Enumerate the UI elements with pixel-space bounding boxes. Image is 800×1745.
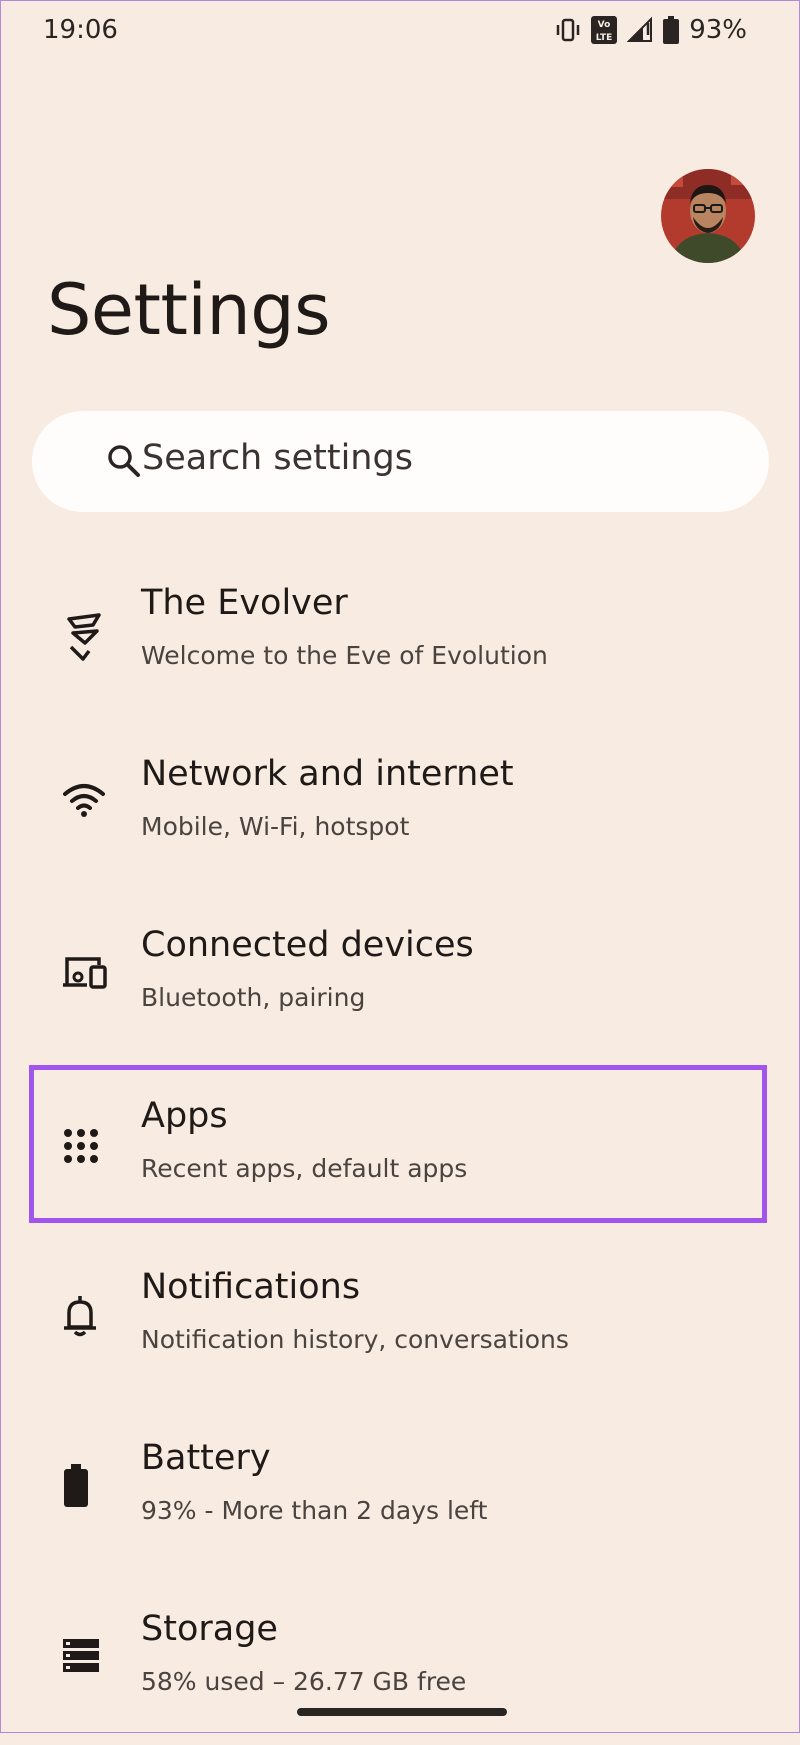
settings-item-notifications[interactable]: Notifications Notification history, conv…	[1, 1253, 800, 1403]
home-indicator[interactable]	[297, 1708, 507, 1716]
item-subtitle: Mobile, Wi-Fi, hotspot	[141, 812, 410, 841]
status-bar: 19:06 Vo LTE 93%	[1, 1, 800, 63]
apps-grid-icon	[63, 1128, 105, 1170]
item-subtitle: Recent apps, default apps	[141, 1154, 468, 1183]
item-subtitle: Welcome to the Eve of Evolution	[141, 641, 548, 670]
settings-item-storage[interactable]: Storage 58% used – 26.77 GB free	[1, 1595, 800, 1745]
item-title: Network and internet	[141, 754, 514, 794]
item-title: The Evolver	[141, 583, 348, 623]
settings-item-battery[interactable]: Battery 93% - More than 2 days left	[1, 1424, 800, 1574]
item-title: Notifications	[141, 1267, 361, 1307]
signal-icon	[627, 17, 653, 43]
settings-item-evolver[interactable]: The Evolver Welcome to the Eve of Evolut…	[1, 569, 800, 719]
item-title: Battery	[141, 1438, 271, 1478]
svg-text:LTE: LTE	[596, 33, 613, 43]
svg-text:Vo: Vo	[598, 20, 611, 30]
item-subtitle: 58% used – 26.77 GB free	[141, 1667, 467, 1696]
storage-icon	[63, 1639, 105, 1681]
settings-item-network[interactable]: Network and internet Mobile, Wi-Fi, hots…	[1, 740, 800, 890]
item-title: Connected devices	[141, 925, 474, 965]
page-title: Settings	[47, 269, 331, 351]
item-title: Apps	[141, 1096, 228, 1136]
search-icon	[106, 443, 142, 483]
settings-item-connected-devices[interactable]: Connected devices Bluetooth, pairing	[1, 911, 800, 1061]
status-time: 19:06	[43, 15, 118, 45]
settings-item-apps[interactable]: Apps Recent apps, default apps	[1, 1082, 800, 1232]
connected-devices-icon	[63, 955, 107, 997]
battery-percent: 93%	[689, 15, 747, 45]
evolver-logo-icon	[63, 613, 105, 661]
vibrate-icon	[555, 18, 581, 42]
search-input[interactable]	[140, 437, 704, 479]
avatar[interactable]	[661, 169, 755, 263]
wifi-icon	[63, 782, 105, 824]
battery-status-icon	[663, 16, 680, 44]
search-bar[interactable]	[32, 411, 769, 512]
battery-icon	[63, 1464, 105, 1507]
item-subtitle: Notification history, conversations	[141, 1325, 569, 1354]
item-subtitle: 93% - More than 2 days left	[141, 1496, 488, 1525]
item-subtitle: Bluetooth, pairing	[141, 983, 366, 1012]
volte-icon: Vo LTE	[591, 16, 618, 44]
status-icons: Vo LTE 93%	[555, 15, 747, 45]
item-title: Storage	[141, 1609, 278, 1649]
bell-icon	[63, 1295, 105, 1337]
